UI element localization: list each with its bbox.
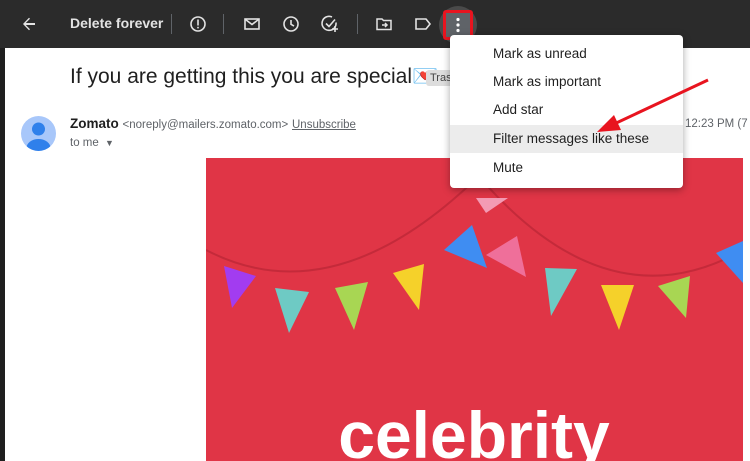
- email-subject: If you are getting this you are special💌: [70, 65, 438, 89]
- sender-email: <noreply@mailers.zomato.com>: [122, 119, 289, 131]
- sender-name: Zomato: [70, 116, 119, 131]
- unsubscribe-link[interactable]: Unsubscribe: [292, 119, 356, 131]
- email-banner-image: celebrity: [206, 158, 743, 461]
- mark-unread-icon[interactable]: [240, 12, 264, 36]
- add-task-icon[interactable]: [318, 12, 342, 36]
- more-options-menu: Mark as unread Mark as important Add sta…: [450, 35, 683, 188]
- menu-item-add-star[interactable]: Add star: [450, 96, 683, 124]
- banner-text: celebrity: [338, 398, 610, 461]
- app-frame: Delete forever If you are getting this y…: [0, 0, 750, 461]
- back-arrow-icon[interactable]: [17, 12, 41, 36]
- menu-item-mute[interactable]: Mute: [450, 154, 683, 182]
- move-to-icon[interactable]: [372, 12, 396, 36]
- toolbar-divider: [171, 14, 172, 34]
- menu-item-filter-messages[interactable]: Filter messages like these: [450, 125, 683, 153]
- to-me-label: to me: [70, 137, 99, 149]
- toolbar-divider: [223, 14, 224, 34]
- menu-item-mark-important[interactable]: Mark as important: [450, 68, 683, 96]
- avatar: [21, 116, 56, 151]
- chevron-down-icon: ▼: [104, 138, 114, 148]
- sender-line: Zomato <noreply@mailers.zomato.com> Unsu…: [70, 116, 356, 131]
- report-spam-icon[interactable]: [186, 12, 210, 36]
- email-timestamp: 12:23 PM (7 da: [685, 118, 750, 130]
- delete-forever-button[interactable]: Delete forever: [70, 15, 163, 31]
- toolbar-divider: [357, 14, 358, 34]
- recipient-details-toggle[interactable]: to me ▼: [70, 137, 114, 149]
- label-icon[interactable]: [411, 12, 435, 36]
- subject-text: If you are getting this you are special: [70, 65, 413, 88]
- menu-item-mark-unread[interactable]: Mark as unread: [450, 40, 683, 68]
- snooze-icon[interactable]: [279, 12, 303, 36]
